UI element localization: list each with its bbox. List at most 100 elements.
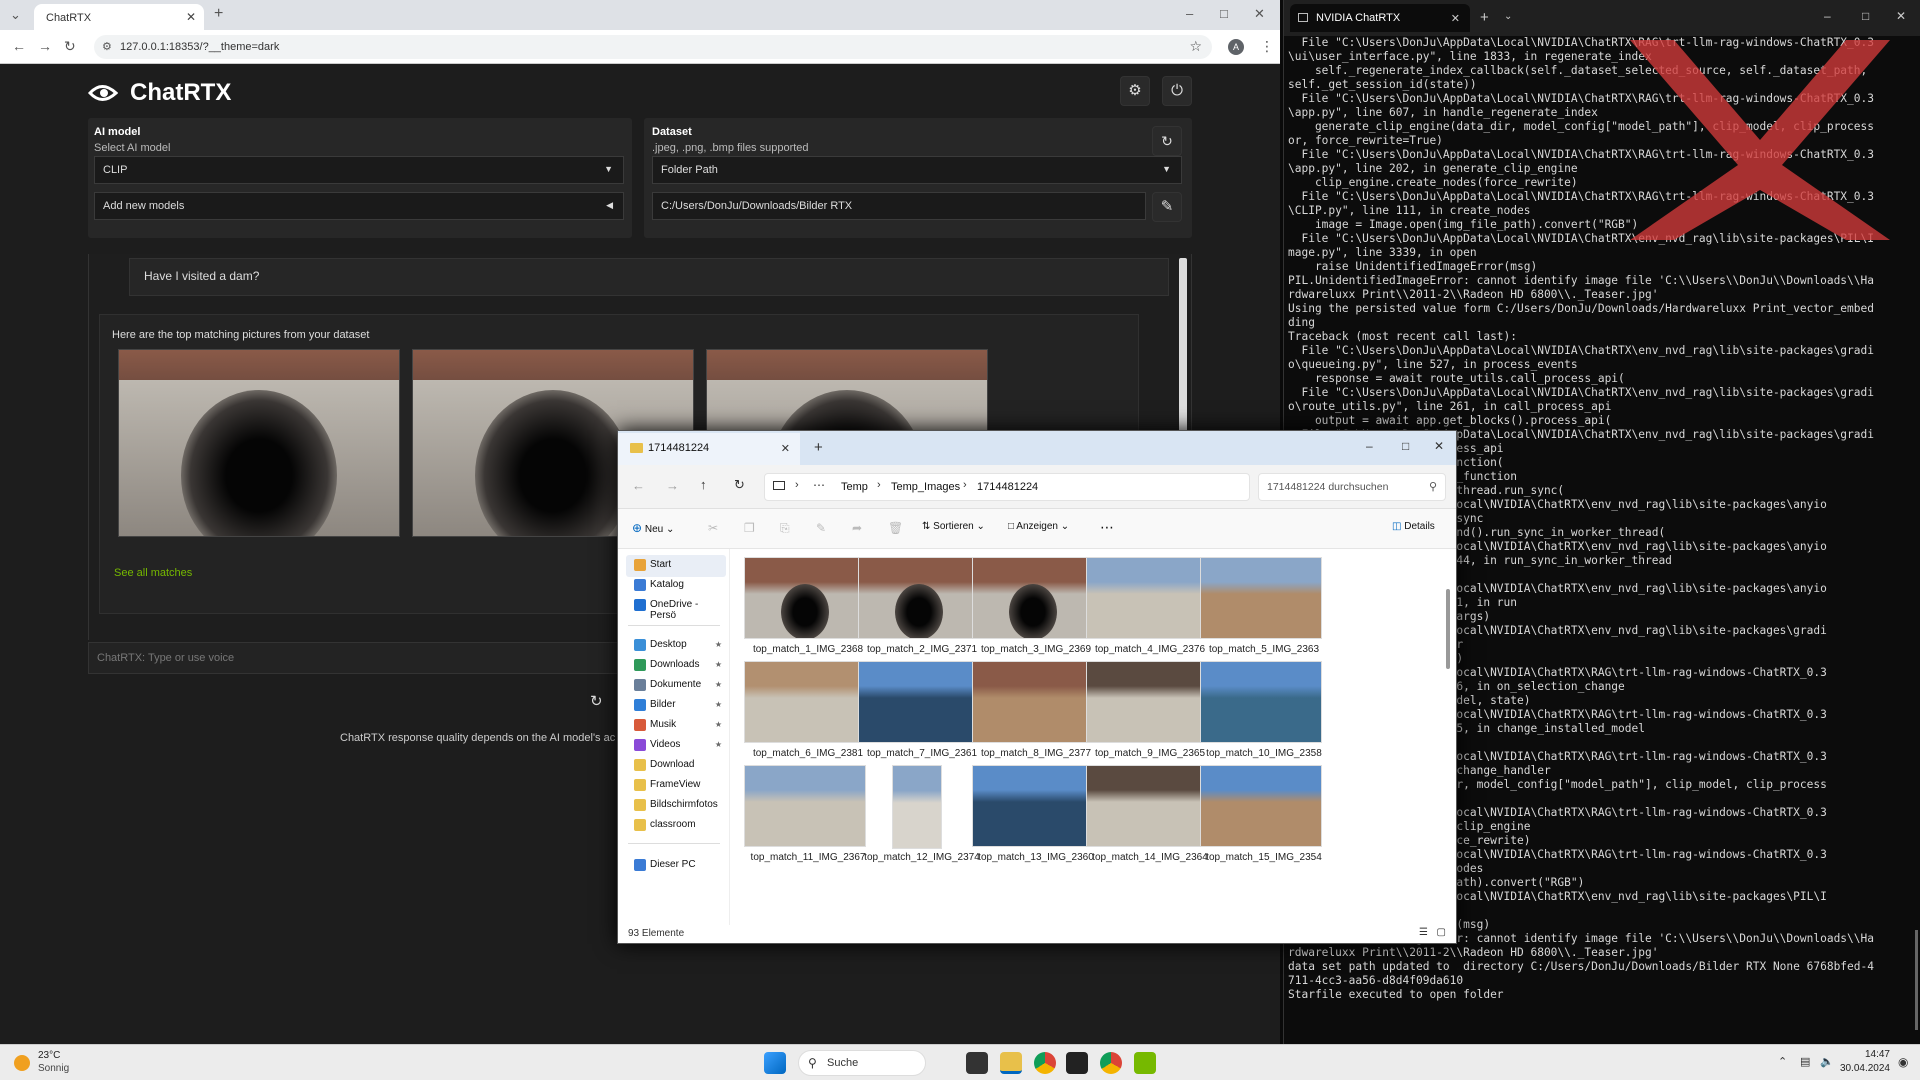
network-icon[interactable]: ▤ <box>1800 1055 1810 1068</box>
grid-scrollbar[interactable] <box>1446 589 1450 669</box>
file-tile[interactable]: top_match_1_IMG_2368 <box>738 557 866 675</box>
nav-item-dokumente[interactable]: Dokumente ★ <box>626 675 726 697</box>
minimize-icon[interactable]: – <box>1186 6 1193 21</box>
reload-icon[interactable]: ↻ <box>64 38 76 55</box>
close-window-icon[interactable]: ✕ <box>1896 9 1906 23</box>
dataset-path-field[interactable]: C:/Users/DonJu/Downloads/Bilder RTX <box>652 192 1146 220</box>
nav-item-bildschirmfotos[interactable]: Bildschirmfotos <box>626 795 726 817</box>
minimize-icon[interactable]: – <box>1824 9 1831 23</box>
nav-item-dieser-pc[interactable]: Dieser PC <box>626 855 726 877</box>
menu-kebab-icon[interactable]: ⋮ <box>1260 38 1274 55</box>
nav-item-classroom[interactable]: classroom <box>626 815 726 837</box>
nav-item-onedrive-pers-[interactable]: OneDrive - Persö <box>626 595 726 621</box>
nav-item-videos[interactable]: Videos ★ <box>626 735 726 757</box>
regenerate-icon[interactable]: ↻ <box>590 692 603 710</box>
delete-icon[interactable]: 🗑 <box>888 521 903 535</box>
crumb-temp[interactable]: Temp <box>841 481 868 493</box>
new-tab-icon[interactable]: + <box>214 5 223 23</box>
nav-item-desktop[interactable]: Desktop ★ <box>626 635 726 657</box>
weather-temp[interactable]: 23°C <box>38 1050 60 1061</box>
terminal-icon[interactable] <box>1066 1052 1088 1074</box>
avatar[interactable]: A <box>1228 39 1244 55</box>
file-tile[interactable]: top_match_15_IMG_2354 <box>1194 765 1322 883</box>
windows-start-icon[interactable] <box>764 1052 786 1074</box>
rename-icon[interactable]: ✎ <box>816 521 826 535</box>
maximize-icon[interactable]: □ <box>1862 9 1869 23</box>
clock-date[interactable]: 30.04.2024 <box>1838 1063 1890 1074</box>
new-button[interactable]: ⊕ Neu ⌄ <box>632 521 674 535</box>
close-icon[interactable]: ✕ <box>1451 12 1460 25</box>
maximize-icon[interactable]: □ <box>1402 439 1409 453</box>
weather-text[interactable]: Sonnig <box>38 1063 69 1074</box>
sun-weather-icon[interactable] <box>14 1055 30 1071</box>
settings-gear-icon[interactable]: ⚙ <box>1120 76 1150 106</box>
file-tile[interactable]: top_match_14_IMG_2364 <box>1080 765 1208 883</box>
share-icon[interactable]: ➦ <box>852 521 862 535</box>
search-input[interactable]: 1714481224 durchsuchen ⚲ <box>1258 473 1446 501</box>
close-icon[interactable]: ✕ <box>186 10 196 24</box>
close-window-icon[interactable]: ✕ <box>1254 6 1265 22</box>
chat-scrollbar[interactable] <box>1179 258 1187 438</box>
view-button[interactable]: □ Anzeigen ⌄ <box>1008 521 1069 532</box>
site-info-icon[interactable]: ⚙ <box>102 40 112 53</box>
chevron-down-icon[interactable]: ⌄ <box>1504 11 1512 22</box>
sort-button[interactable]: ⇅ Sortieren ⌄ <box>922 521 985 532</box>
up-icon[interactable]: ↑ <box>700 477 707 492</box>
cut-icon[interactable]: ✂ <box>708 521 718 535</box>
refresh-dataset-icon[interactable]: ↻ <box>1152 126 1182 156</box>
close-icon[interactable]: ✕ <box>781 442 790 455</box>
dataset-type-select[interactable]: Folder Path ▼ <box>652 156 1182 184</box>
chatrtx-icon[interactable] <box>1134 1052 1156 1074</box>
minimize-icon[interactable]: – <box>1366 439 1373 453</box>
new-tab-icon[interactable]: + <box>814 439 823 456</box>
match-image-1[interactable] <box>118 349 400 537</box>
terminal-scrollbar[interactable] <box>1915 930 1918 1030</box>
clock-time[interactable]: 14:47 <box>1850 1049 1890 1060</box>
nav-item-frameview[interactable]: FrameView <box>626 775 726 797</box>
file-tile[interactable]: top_match_11_IMG_2367 <box>738 765 866 883</box>
file-tile[interactable]: top_match_9_IMG_2365 <box>1080 661 1208 779</box>
crumb-temp-images[interactable]: Temp_Images <box>891 481 960 493</box>
tiles-view-icon[interactable]: ▢ <box>1437 927 1446 938</box>
crumb-current[interactable]: 1714481224 <box>977 481 1038 493</box>
details-view-icon[interactable]: ☰ <box>1419 927 1428 938</box>
nav-item-downloads[interactable]: Downloads ★ <box>626 655 726 677</box>
notification-bell-icon[interactable]: ◉ <box>1898 1055 1908 1069</box>
nav-item-start[interactable]: Start <box>626 555 726 577</box>
refresh-icon[interactable]: ↻ <box>734 477 745 493</box>
terminal-tab[interactable]: NVIDIA ChatRTX ✕ <box>1290 4 1470 32</box>
explorer-tab[interactable]: 1714481224 ✕ <box>618 433 800 465</box>
file-tile[interactable]: top_match_6_IMG_2381 <box>738 661 866 779</box>
maximize-icon[interactable]: □ <box>1220 6 1228 21</box>
task-view-icon[interactable] <box>966 1052 988 1074</box>
file-explorer-icon[interactable] <box>1000 1052 1022 1074</box>
file-tile[interactable]: top_match_12_IMG_2374 <box>852 765 980 883</box>
breadcrumb[interactable]: › ⋯ Temp › Temp_Images › 1714481224 <box>764 473 1250 501</box>
paste-icon[interactable]: ⎘ <box>780 521 790 536</box>
tab-chatrtx[interactable]: ChatRTX ✕ <box>34 4 204 30</box>
file-tile[interactable]: top_match_10_IMG_2358 <box>1194 661 1322 779</box>
edit-pencil-icon[interactable]: ✎ <box>1152 192 1182 222</box>
file-tile[interactable]: top_match_3_IMG_2369 <box>966 557 1094 675</box>
bookmark-star-icon[interactable]: ☆ <box>1189 38 1202 55</box>
volume-icon[interactable]: 🔈 <box>1820 1055 1834 1068</box>
back-icon[interactable]: ← <box>12 38 26 54</box>
taskbar-search[interactable]: ⚲ Suche <box>798 1050 926 1076</box>
close-window-icon[interactable]: ✕ <box>1434 439 1444 453</box>
file-tile[interactable]: top_match_13_IMG_2360 <box>966 765 1094 883</box>
forward-icon[interactable]: → <box>666 478 679 493</box>
forward-icon[interactable]: → <box>38 38 52 54</box>
details-button[interactable]: ◫ Details <box>1392 521 1435 532</box>
ai-model-select[interactable]: CLIP ▼ <box>94 156 624 184</box>
file-tile[interactable]: top_match_2_IMG_2371 <box>852 557 980 675</box>
nav-item-bilder[interactable]: Bilder ★ <box>626 695 726 717</box>
power-icon[interactable]: ⏻ <box>1162 76 1192 106</box>
file-tile[interactable]: top_match_7_IMG_2361 <box>852 661 980 779</box>
nav-item-download[interactable]: Download <box>626 755 726 777</box>
chrome-profile-icon[interactable] <box>1100 1052 1122 1074</box>
nav-item-katalog[interactable]: Katalog <box>626 575 726 597</box>
new-tab-icon[interactable]: + <box>1480 9 1489 26</box>
tab-search-icon[interactable]: ⌄ <box>10 7 21 23</box>
file-tile[interactable]: top_match_4_IMG_2376 <box>1080 557 1208 675</box>
url-field[interactable]: ⚙ 127.0.0.1:18353/?__theme=dark ☆ <box>94 35 1212 59</box>
